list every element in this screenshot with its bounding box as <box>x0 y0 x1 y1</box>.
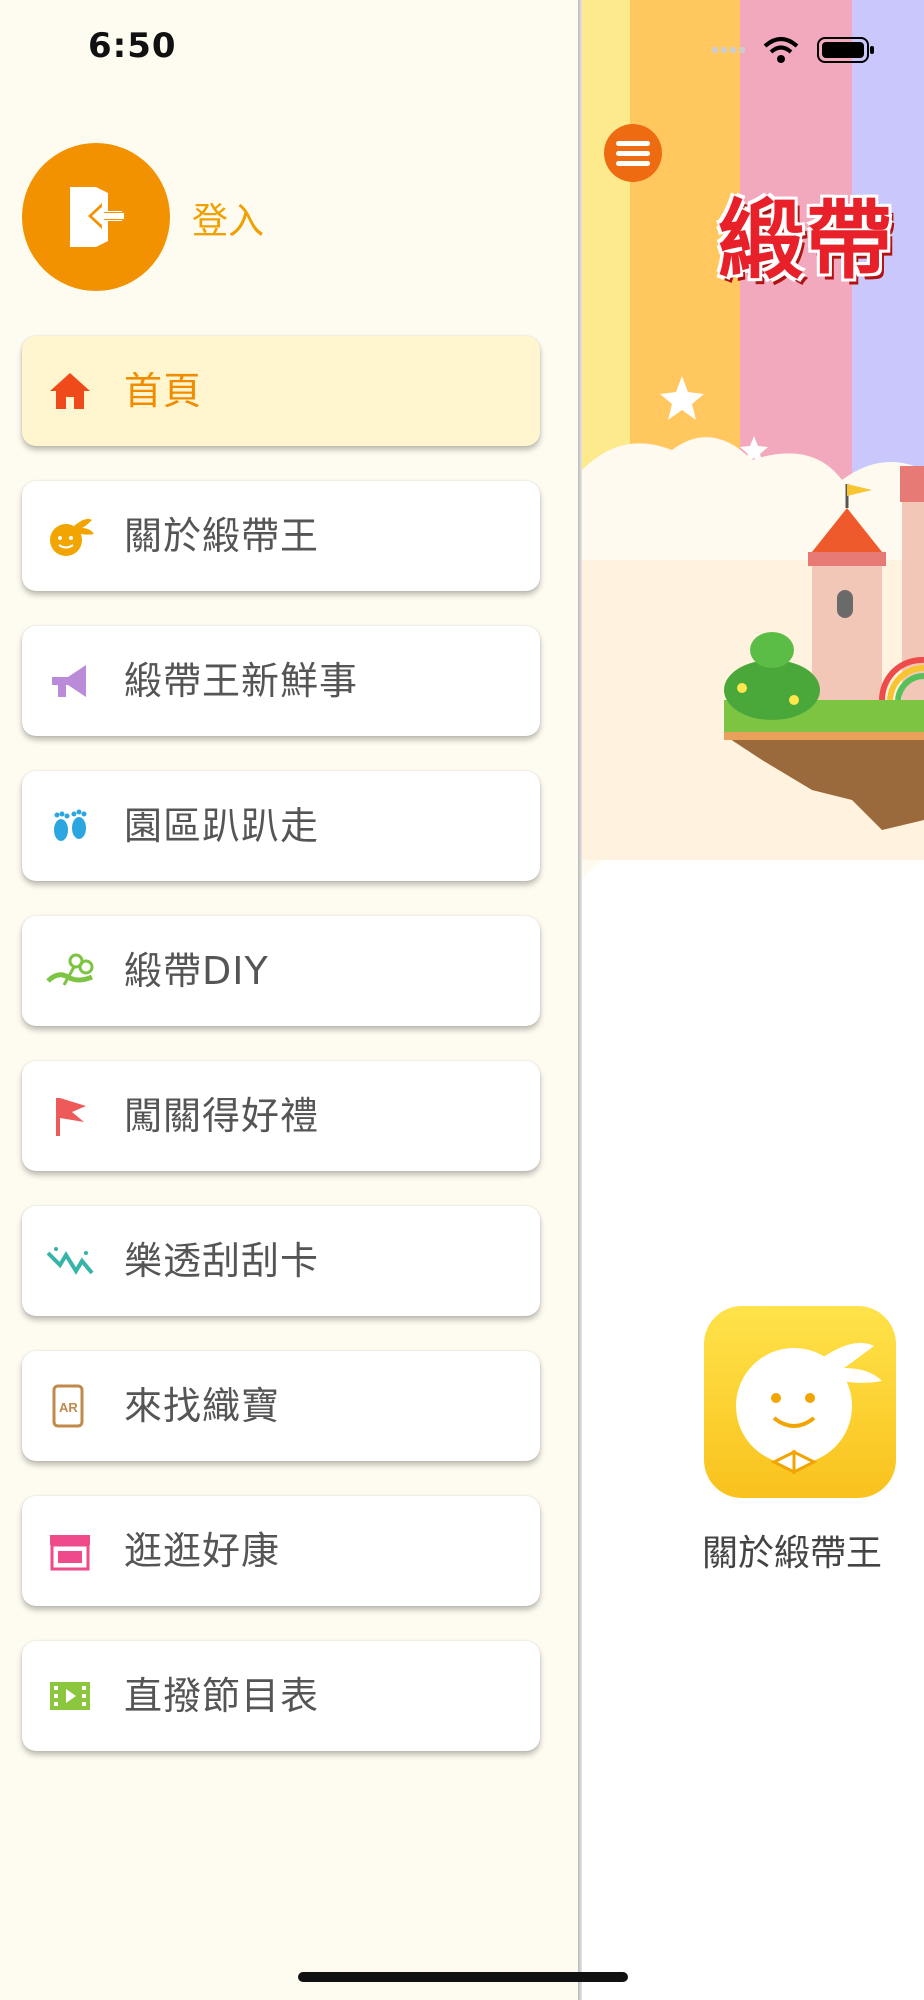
svg-text:AR: AR <box>59 1400 78 1415</box>
battery-icon <box>817 37 874 63</box>
menu-label: 首頁 <box>124 369 203 413</box>
scratch-card-icon <box>46 1237 94 1285</box>
menu-label: 來找織寶 <box>124 1384 281 1428</box>
menu-label: 直撥節目表 <box>124 1674 320 1718</box>
login-door-icon <box>70 187 124 247</box>
megaphone-icon <box>46 657 94 705</box>
brand-title: 緞帶 <box>718 191 894 291</box>
mascot-face-icon <box>736 1342 882 1475</box>
menu-item-park-tour[interactable]: 園區趴趴走 <box>22 771 540 881</box>
menu-item-ribbon-diy[interactable]: 緞帶DIY <box>22 916 540 1026</box>
flag-icon <box>46 1092 94 1140</box>
ar-phone-icon: AR <box>46 1382 94 1430</box>
menu-label: 緞帶DIY <box>124 949 269 993</box>
status-time: 6:50 <box>88 26 177 66</box>
status-icons <box>712 36 875 64</box>
menu-item-live-schedule[interactable]: 直撥節目表 <box>22 1641 540 1751</box>
about-tile-button[interactable] <box>704 1306 896 1498</box>
menu-label: 樂透刮刮卡 <box>124 1239 320 1283</box>
footprints-icon <box>46 802 94 850</box>
menu-item-news[interactable]: 緞帶王新鮮事 <box>22 626 540 736</box>
login-button[interactable] <box>22 143 170 291</box>
menu-label: 逛逛好康 <box>124 1529 281 1573</box>
drawer-edge <box>578 0 582 2000</box>
menu-label: 園區趴趴走 <box>124 804 320 848</box>
home-icon <box>46 367 94 415</box>
main-page: 緞帶 關於緞帶王 <box>582 0 924 2000</box>
video-icon <box>46 1672 94 1720</box>
shop-icon <box>46 1527 94 1575</box>
wifi-icon <box>763 37 799 63</box>
menu-item-about[interactable]: 關於緞帶王 <box>22 481 540 591</box>
about-tile-label: 關於緞帶王 <box>702 1533 883 1574</box>
ribbon-scissors-icon <box>46 947 94 995</box>
menu-item-find-treasure[interactable]: AR 來找織寶 <box>22 1351 540 1461</box>
menu-label: 關於緞帶王 <box>124 514 320 558</box>
login-label[interactable]: 登入 <box>192 192 264 244</box>
menu-item-deals[interactable]: 逛逛好康 <box>22 1496 540 1606</box>
signal-icon <box>712 47 745 53</box>
menu-toggle-button[interactable] <box>604 124 662 182</box>
menu-label: 緞帶王新鮮事 <box>124 659 359 703</box>
menu-item-challenge[interactable]: 闖關得好禮 <box>22 1061 540 1171</box>
menu-label: 闖關得好禮 <box>124 1094 320 1138</box>
menu-item-home[interactable]: 首頁 <box>22 336 540 446</box>
home-indicator[interactable] <box>298 1972 628 1982</box>
menu-item-scratch-card[interactable]: 樂透刮刮卡 <box>22 1206 540 1316</box>
mascot-icon <box>46 512 94 560</box>
side-drawer: 6:50 登入 首頁 關於緞帶王 緞帶王新鮮事 園區趴趴走 緞帶DIY 闖關得好… <box>0 0 578 2000</box>
